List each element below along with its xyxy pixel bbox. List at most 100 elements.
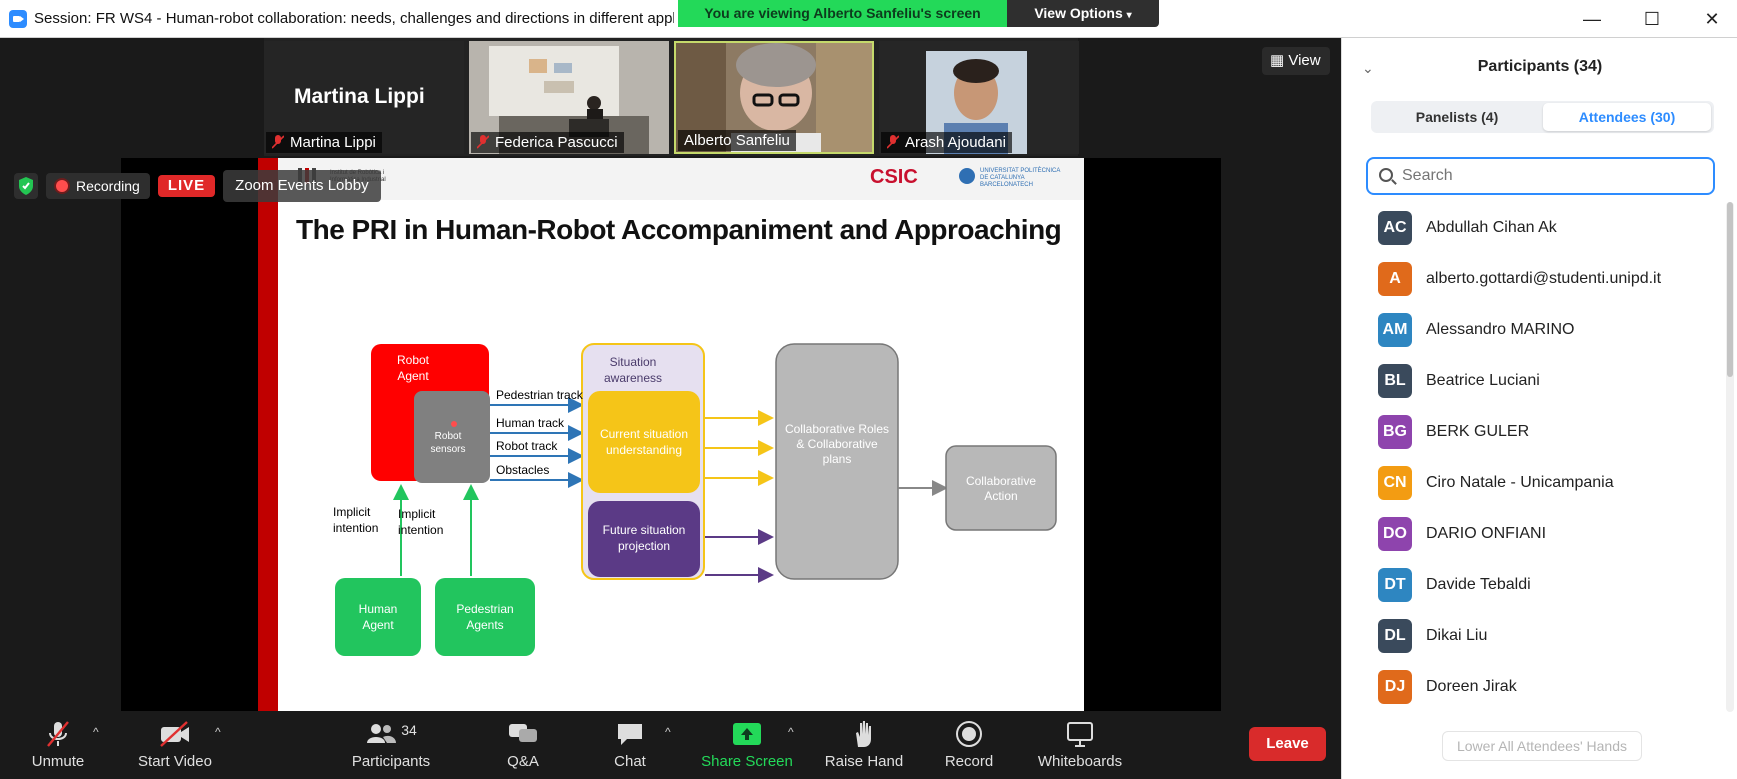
chevron-down-icon: ▾: [1126, 10, 1132, 21]
participant-name: Ciro Natale - Unicampania: [1426, 474, 1614, 491]
list-item[interactable]: DJ Doreen Jirak: [1342, 661, 1722, 712]
recording-status-bar: Recording LIVE Zoom Events Lobby: [14, 170, 381, 202]
share-options-caret[interactable]: ^: [788, 725, 794, 739]
video-tile-martina-lippi[interactable]: Martina Lippi Martina Lippi: [264, 41, 464, 154]
tile-name-text: Martina Lippi: [290, 134, 376, 151]
share-screen-icon: [733, 723, 761, 745]
video-tile-federica-pascucci[interactable]: Federica Pascucci: [469, 41, 669, 154]
chat-bubble-icon: [618, 724, 642, 745]
mic-muted-icon: [477, 135, 489, 149]
participant-name: Alessandro MARINO: [1426, 321, 1575, 338]
tile-name-label: Martina Lippi: [266, 132, 382, 153]
avatar: DJ: [1378, 670, 1412, 704]
track-label-obstacles: Obstacles: [496, 463, 550, 477]
attendee-list: AC Abdullah Cihan Ak Aalberto.gottardi@st…: [1342, 202, 1722, 712]
future-situation-label: Future situation projection: [602, 523, 686, 553]
start-video-button[interactable]: Start Video: [134, 719, 216, 775]
pedestrian-agents-label: Pedestrian Agents: [456, 602, 514, 632]
tile-name-text: Alberto Sanfeliu: [684, 132, 790, 149]
encryption-shield-icon[interactable]: [14, 173, 38, 199]
audio-options-caret[interactable]: ^: [93, 725, 99, 739]
list-item[interactable]: DT Davide Tebaldi: [1342, 559, 1722, 610]
video-off-icon: [160, 721, 189, 747]
active-speaker-name: Martina Lippi: [294, 85, 425, 108]
shared-slide: Institut de Robòtica i Informàtica Indus…: [258, 158, 1084, 711]
list-item[interactable]: BG BERK GULER: [1342, 406, 1722, 457]
video-tile-arash-ajoudani[interactable]: Arash Ajoudani: [879, 41, 1079, 154]
qa-button[interactable]: Q&A: [500, 719, 546, 775]
collaborative-roles-label: Collaborative Roles & Collaborative plan…: [784, 422, 890, 466]
avatar: AM: [1378, 313, 1412, 347]
meeting-toolbar: Unmute ^ Start Video ^ 34 Participants Q…: [0, 711, 1341, 779]
list-item[interactable]: DO DARIO ONFIANI: [1342, 508, 1722, 559]
list-item[interactable]: Aalberto.gottardi@studenti.unipd.it: [1342, 253, 1722, 304]
participants-panel-title: Participants (34): [1477, 58, 1603, 75]
implicit-intention-label-2: Implicit intention: [398, 507, 444, 537]
tab-attendees[interactable]: Attendees (30): [1543, 103, 1711, 131]
list-item[interactable]: DL Dikai Liu: [1342, 610, 1722, 661]
track-label-pedestrian: Pedestrian track: [496, 388, 583, 402]
zoom-events-lobby-button[interactable]: Zoom Events Lobby: [223, 170, 381, 202]
mic-muted-icon: [272, 135, 284, 149]
share-screen-label: Share Screen: [701, 753, 793, 770]
video-tile-alberto-sanfeliu[interactable]: Alberto Sanfeliu: [674, 41, 874, 154]
view-layout-button[interactable]: ▦ View: [1262, 47, 1330, 75]
record-icon: [956, 721, 982, 747]
maximize-button[interactable]: ☐: [1637, 6, 1667, 32]
participant-name: Dikai Liu: [1426, 627, 1488, 644]
recording-indicator[interactable]: Recording: [46, 173, 150, 199]
participants-button[interactable]: 34 Participants: [348, 719, 434, 775]
avatar: DO: [1378, 517, 1412, 551]
raise-hand-label: Raise Hand: [824, 753, 904, 770]
recording-label: Recording: [76, 178, 140, 194]
record-button[interactable]: Record: [942, 719, 996, 775]
video-options-caret[interactable]: ^: [215, 725, 221, 739]
chat-button[interactable]: Chat: [610, 719, 650, 775]
list-item[interactable]: AM Alessandro MARINO: [1342, 304, 1722, 355]
participant-search[interactable]: [1366, 157, 1715, 195]
search-input[interactable]: [1402, 163, 1702, 189]
minimize-button[interactable]: —: [1577, 6, 1607, 32]
participants-panel: ⌄ Participants (34) Panelists (4) Attend…: [1341, 38, 1737, 779]
list-item[interactable]: CN Ciro Natale - Unicampania: [1342, 457, 1722, 508]
grid-icon: ▦: [1270, 52, 1285, 69]
mic-muted-icon: [47, 721, 69, 747]
whiteboard-icon: [1067, 722, 1093, 747]
record-label: Record: [944, 753, 994, 770]
scrollbar-thumb[interactable]: [1727, 202, 1733, 377]
avatar: AC: [1378, 211, 1412, 245]
participant-name: BERK GULER: [1426, 423, 1530, 440]
recording-dot-icon: [56, 180, 68, 192]
whiteboards-button[interactable]: Whiteboards: [1036, 719, 1124, 775]
robot-agent-label: Robot Agent: [396, 353, 430, 383]
participant-list-scrollbar[interactable]: [1726, 202, 1734, 712]
tile-name-text: Arash Ajoudani: [905, 134, 1006, 151]
avatar: DL: [1378, 619, 1412, 653]
view-layout-label: View: [1288, 52, 1321, 69]
chat-options-caret[interactable]: ^: [665, 725, 671, 739]
tab-panelists[interactable]: Panelists (4): [1373, 103, 1541, 131]
qa-icon: [509, 724, 537, 742]
view-options-button[interactable]: View Options ▾: [1007, 0, 1159, 27]
track-label-human: Human track: [496, 416, 565, 430]
current-situation-label: Current situation understanding: [599, 427, 689, 457]
live-badge: LIVE: [157, 175, 216, 197]
participants-icon: [367, 724, 397, 743]
start-video-label: Start Video: [138, 753, 212, 770]
qa-label: Q&A: [507, 753, 539, 770]
leave-button[interactable]: Leave: [1249, 727, 1326, 761]
avatar: CN: [1378, 466, 1412, 500]
unmute-button[interactable]: Unmute: [22, 719, 94, 775]
tile-name-text: Federica Pascucci: [495, 134, 618, 151]
list-item[interactable]: AC Abdullah Cihan Ak: [1342, 202, 1722, 253]
chat-label: Chat: [614, 753, 646, 770]
participants-count: 34: [401, 722, 417, 738]
share-screen-button[interactable]: Share Screen: [700, 719, 794, 775]
mic-muted-icon: [887, 135, 899, 149]
close-button[interactable]: ✕: [1697, 6, 1727, 32]
search-icon: [1379, 168, 1393, 182]
whiteboards-label: Whiteboards: [1037, 753, 1123, 770]
lower-all-hands-button[interactable]: Lower All Attendees' Hands: [1442, 731, 1642, 761]
raise-hand-button[interactable]: Raise Hand: [822, 719, 906, 775]
list-item[interactable]: BL Beatrice Luciani: [1342, 355, 1722, 406]
